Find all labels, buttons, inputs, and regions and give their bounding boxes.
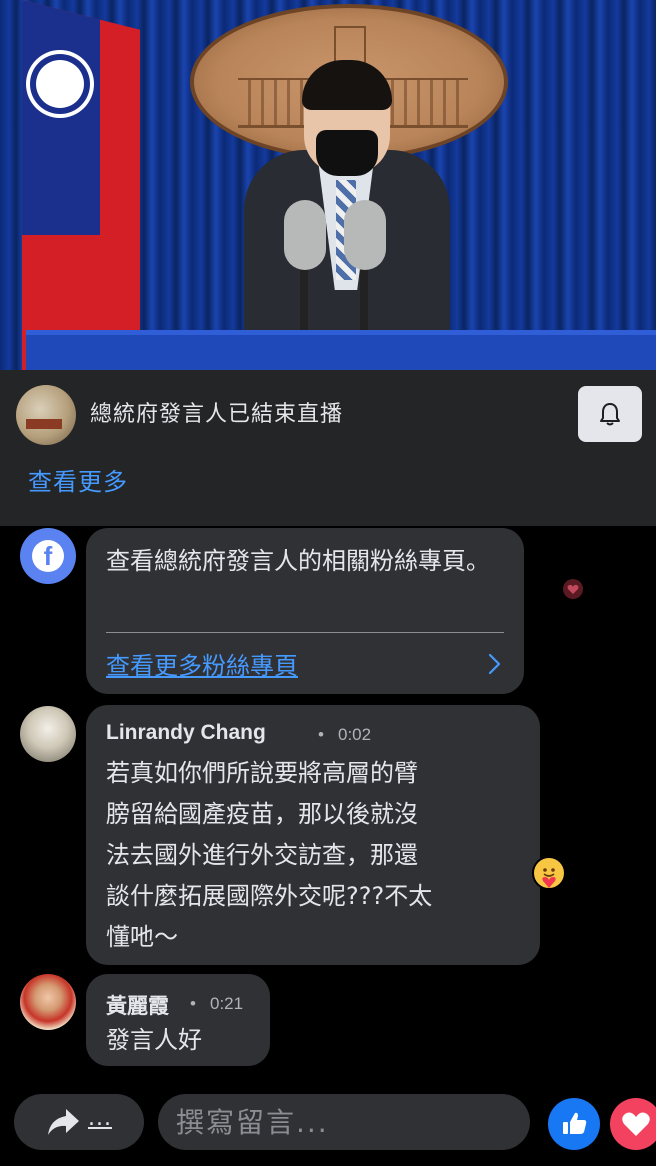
live-ended-banner (0, 370, 656, 526)
comment-text-line: 若真如你們所說要將高層的臂 (106, 759, 418, 787)
share-arrow-icon (48, 1109, 79, 1135)
national-flag (22, 0, 140, 370)
comment-text-line: 法去國外進行外交訪查，那還 (106, 841, 418, 869)
page-avatar[interactable] (16, 385, 76, 445)
microphone (284, 200, 326, 270)
thumbs-up-icon (563, 1112, 587, 1134)
related-pages-text: 查看總統府發言人的相關粉絲專頁。 (106, 547, 490, 575)
comment-text-line: 懂吔～ (106, 923, 178, 951)
comment-text: 發言人好 (106, 1026, 202, 1054)
chevron-right-icon[interactable] (482, 652, 506, 676)
share-label: ... (88, 1105, 112, 1131)
comment-author[interactable]: Linrandy Chang (106, 721, 266, 745)
notification-bell-button[interactable] (578, 386, 642, 442)
comment-input[interactable] (158, 1094, 530, 1150)
live-ended-title: 總統府發言人已結束直播 (90, 402, 344, 427)
microphone (344, 200, 386, 270)
comment-timestamp[interactable]: 0:02 (338, 725, 371, 745)
comment-bubble: 黃麗霞 • 0:21 發言人好 (86, 974, 270, 1066)
comment-separator: • (190, 994, 196, 1013)
divider (106, 632, 504, 633)
facebook-icon: f (32, 540, 64, 572)
related-pages-card: 查看總統府發言人的相關粉絲專頁。 查看更多粉絲專頁 (86, 528, 524, 694)
floating-heart-icon (563, 579, 583, 599)
comment-author[interactable]: 黃麗霞 (106, 990, 169, 1020)
see-more-link[interactable]: 查看更多 (28, 462, 128, 497)
comment-timestamp[interactable]: 0:21 (210, 994, 243, 1014)
see-more-pages-link[interactable]: 查看更多粉絲專頁 (106, 646, 298, 681)
facebook-avatar: f (20, 528, 76, 584)
bell-icon (600, 403, 620, 426)
love-button[interactable] (610, 1098, 656, 1150)
share-button[interactable]: ... (14, 1094, 144, 1150)
comment-text-line: 膀留給國產疫苗，那以後就沒 (106, 800, 418, 828)
avatar[interactable] (20, 706, 76, 762)
comment-separator: • (318, 725, 324, 744)
podium (26, 330, 656, 370)
care-emoji-icon (532, 856, 566, 890)
comment-text-line: 談什麼拓展國際外交呢???不太 (106, 882, 433, 910)
comment-bubble: Linrandy Chang • 0:02 若真如你們所說要將高層的臂 膀留給國… (86, 705, 540, 965)
like-button[interactable] (548, 1098, 600, 1150)
avatar[interactable] (20, 974, 76, 1030)
live-video-frame[interactable] (0, 0, 656, 370)
heart-icon (622, 1112, 650, 1136)
